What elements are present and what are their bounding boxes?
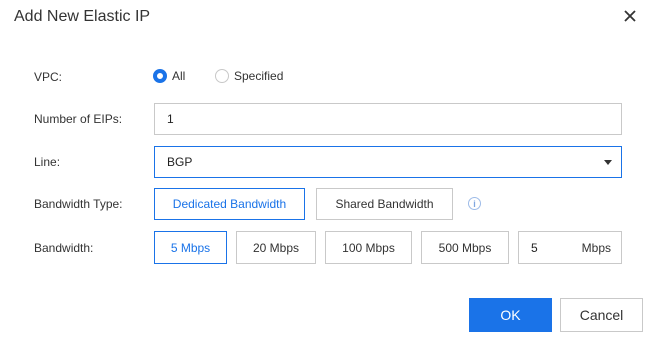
bandwidth-custom-value: 5 — [531, 240, 538, 255]
vpc-radio-specified[interactable]: Specified — [215, 69, 283, 83]
bandwidth-type-shared-button[interactable]: Shared Bandwidth — [316, 188, 453, 220]
bandwidth-5mbps-button[interactable]: 5 Mbps — [154, 231, 227, 264]
vpc-label: VPC: — [34, 70, 63, 84]
vpc-option-specified-label: Specified — [234, 69, 284, 83]
bandwidth-500mbps-button[interactable]: 500 Mbps — [421, 231, 509, 264]
bandwidth-unit-label: Mbps — [581, 240, 611, 255]
bandwidth-label: Bandwidth: — [34, 241, 94, 255]
eips-input[interactable]: 1 — [154, 103, 622, 135]
bandwidth-type-label: Bandwidth Type: — [34, 197, 123, 211]
radio-checked-icon — [153, 69, 167, 83]
bandwidth-100mbps-button[interactable]: 100 Mbps — [325, 231, 412, 264]
close-icon[interactable] — [620, 6, 640, 26]
line-select-value: BGP — [167, 155, 193, 169]
bandwidth-type-dedicated-button[interactable]: Dedicated Bandwidth — [154, 188, 305, 220]
vpc-radio-all[interactable]: All — [153, 69, 185, 83]
vpc-option-all-label: All — [172, 69, 186, 83]
bandwidth-custom-input[interactable]: 5 Mbps — [518, 231, 622, 264]
line-select[interactable]: BGP — [154, 146, 622, 178]
dialog-title: Add New Elastic IP — [14, 8, 151, 25]
radio-unchecked-icon — [215, 69, 229, 83]
line-label: Line: — [34, 155, 61, 169]
eips-label: Number of EIPs: — [34, 112, 123, 126]
ok-button[interactable]: OK — [469, 298, 552, 332]
cancel-button[interactable]: Cancel — [560, 298, 643, 332]
bandwidth-20mbps-button[interactable]: 20 Mbps — [236, 231, 316, 264]
info-icon[interactable]: i — [468, 197, 481, 210]
caret-down-icon — [604, 160, 612, 165]
eips-input-value: 1 — [167, 112, 174, 126]
